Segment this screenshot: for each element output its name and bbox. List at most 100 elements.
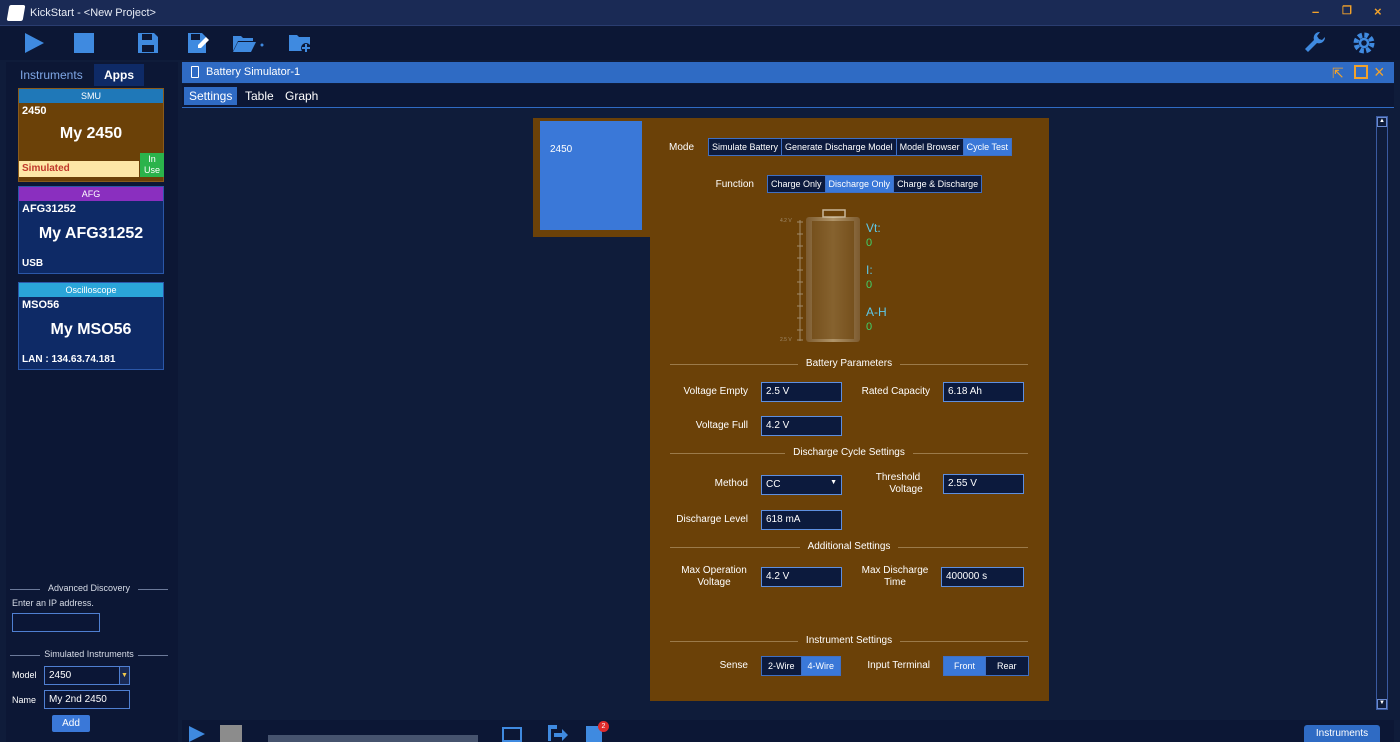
input-terminal-selector: Front Rear bbox=[943, 656, 1029, 676]
mode-generate-discharge-model[interactable]: Generate Discharge Model bbox=[782, 139, 897, 155]
voltage-empty-field[interactable]: 2.5 V bbox=[761, 382, 842, 402]
instrument-tile-label: 2450 bbox=[550, 144, 573, 155]
save-icon[interactable] bbox=[136, 31, 160, 55]
function-charge-and-discharge[interactable]: Charge & Discharge bbox=[894, 176, 982, 192]
tab-settings[interactable]: Settings bbox=[184, 87, 238, 105]
tab-table[interactable]: Table bbox=[240, 87, 279, 105]
settings-panel bbox=[650, 118, 1049, 701]
terminal-rear[interactable]: Rear bbox=[986, 657, 1028, 675]
export-icon[interactable] bbox=[546, 724, 568, 742]
restore-button[interactable]: ❐ bbox=[1342, 4, 1352, 17]
instrument-settings-header: Instrument Settings bbox=[670, 635, 1028, 646]
sense-4-wire[interactable]: 4-Wire bbox=[801, 657, 840, 675]
run-icon[interactable] bbox=[22, 31, 46, 55]
ip-prompt: Enter an IP address. bbox=[12, 598, 94, 608]
discharge-level-field[interactable]: 618 mA bbox=[761, 510, 842, 530]
function-label: Function bbox=[715, 179, 754, 190]
battery-icon bbox=[191, 66, 199, 78]
voltage-empty-label: Voltage Empty bbox=[683, 386, 748, 397]
vt-value: 0 bbox=[866, 237, 873, 249]
run-icon[interactable] bbox=[188, 725, 206, 742]
scroll-up-icon[interactable]: ▲ bbox=[1377, 117, 1387, 127]
threshold-voltage-field[interactable]: 2.55 V bbox=[943, 474, 1024, 494]
amp-hour-label: A-H bbox=[866, 305, 887, 319]
max-discharge-label-2: Time bbox=[884, 577, 906, 588]
wrench-icon[interactable] bbox=[1304, 31, 1328, 55]
max-discharge-time-field[interactable]: 400000 s bbox=[941, 567, 1024, 587]
maximize-icon[interactable] bbox=[1354, 65, 1368, 79]
instrument-tile[interactable]: 2450 bbox=[540, 121, 642, 230]
mode-selector: Simulate Battery Generate Discharge Mode… bbox=[708, 138, 1012, 156]
chevron-down-icon[interactable]: ▼ bbox=[830, 479, 837, 486]
in-use-badge: In Use bbox=[140, 153, 164, 177]
new-folder-icon[interactable] bbox=[288, 31, 312, 55]
mode-model-browser[interactable]: Model Browser bbox=[896, 139, 964, 155]
function-charge-only[interactable]: Charge Only bbox=[768, 176, 826, 192]
mode-simulate-battery[interactable]: Simulate Battery bbox=[709, 139, 783, 155]
tab-instruments[interactable]: Instruments bbox=[10, 64, 93, 86]
ip-address-input[interactable] bbox=[12, 613, 100, 632]
card-name: My AFG31252 bbox=[38, 225, 144, 242]
section-title: Instrument Settings bbox=[797, 635, 901, 646]
vt-label: Vt: bbox=[866, 221, 881, 235]
stop-icon[interactable] bbox=[220, 725, 242, 742]
card-connection: LAN : 134.63.74.181 bbox=[22, 354, 116, 365]
section-title: Discharge Cycle Settings bbox=[785, 447, 913, 458]
card-model: 2450 bbox=[22, 105, 47, 117]
model-label: Model bbox=[12, 670, 37, 680]
current-label: I: bbox=[866, 263, 873, 277]
popout-icon[interactable]: ⇱ bbox=[1332, 65, 1344, 82]
name-label: Name bbox=[12, 695, 37, 705]
threshold-label-2: Voltage bbox=[889, 484, 923, 495]
add-button[interactable]: Add bbox=[52, 715, 90, 732]
app-icon bbox=[6, 5, 26, 21]
function-discharge-only[interactable]: Discharge Only bbox=[825, 176, 895, 192]
instrument-card-oscilloscope[interactable]: Oscilloscope MSO56 My MSO56 LAN : 134.63… bbox=[18, 282, 164, 370]
method-label: Method bbox=[714, 478, 748, 489]
model-select-value: 2450 bbox=[49, 670, 72, 681]
method-select[interactable]: CC ▼ bbox=[761, 475, 842, 495]
instrument-card-smu[interactable]: SMU 2450 My 2450 Simulated In Use bbox=[18, 88, 164, 182]
current-value: 0 bbox=[866, 279, 873, 291]
stop-icon[interactable] bbox=[72, 31, 96, 55]
gear-icon[interactable] bbox=[1352, 31, 1376, 55]
instruments-button[interactable]: Instruments bbox=[1304, 725, 1380, 742]
voltage-full-label: Voltage Full bbox=[695, 420, 748, 431]
max-operation-voltage-field[interactable]: 4.2 V bbox=[761, 567, 842, 587]
scroll-down-icon[interactable]: ▼ bbox=[1377, 699, 1387, 709]
voltage-full-field[interactable]: 4.2 V bbox=[761, 416, 842, 436]
close-button[interactable]: × bbox=[1374, 4, 1382, 19]
sense-2-wire[interactable]: 2-Wire bbox=[762, 657, 802, 675]
name-input[interactable]: My 2nd 2450 bbox=[44, 690, 130, 709]
card-type: AFG bbox=[19, 187, 163, 201]
status-badge: Simulated bbox=[19, 161, 139, 177]
save-as-icon[interactable] bbox=[186, 31, 210, 55]
vertical-scrollbar[interactable]: ▲ ▼ bbox=[1376, 116, 1388, 710]
simulated-instruments-legend: Simulated Instruments bbox=[6, 649, 172, 659]
tab-apps[interactable]: Apps bbox=[94, 64, 144, 86]
discharge-cycle-header: Discharge Cycle Settings bbox=[670, 447, 1028, 458]
terminal-front[interactable]: Front bbox=[944, 657, 987, 675]
window-title: KickStart - <New Project> bbox=[30, 7, 156, 19]
card-name: My 2450 bbox=[59, 125, 123, 142]
sense-label: Sense bbox=[719, 660, 748, 671]
sub-tabs: Settings Table Graph bbox=[182, 84, 1394, 108]
chevron-down-icon[interactable]: ▼ bbox=[119, 667, 129, 684]
mode-cycle-test[interactable]: Cycle Test bbox=[963, 139, 1011, 155]
advanced-discovery-legend: Advanced Discovery bbox=[6, 583, 172, 593]
minimize-button[interactable]: – bbox=[1312, 4, 1319, 19]
document-tab: Battery Simulator-1 ⇱ × bbox=[182, 62, 1394, 83]
close-tab-icon[interactable]: × bbox=[1374, 62, 1385, 83]
battery-gauge-icon bbox=[797, 209, 860, 342]
tab-graph[interactable]: Graph bbox=[280, 87, 323, 105]
amp-hour-value: 0 bbox=[866, 321, 873, 333]
sense-selector: 2-Wire 4-Wire bbox=[761, 656, 841, 676]
instruments-panel: Instruments Apps SMU 2450 My 2450 Simula… bbox=[6, 62, 178, 742]
monitor-icon[interactable] bbox=[502, 727, 522, 742]
rated-capacity-field[interactable]: 6.18 Ah bbox=[943, 382, 1024, 402]
open-folder-icon[interactable] bbox=[232, 31, 266, 55]
instrument-card-afg[interactable]: AFG AFG31252 My AFG31252 USB bbox=[18, 186, 164, 274]
card-type: SMU bbox=[19, 89, 163, 103]
battery-parameters-header: Battery Parameters bbox=[670, 358, 1028, 369]
model-select[interactable]: 2450 ▼ bbox=[44, 666, 130, 685]
